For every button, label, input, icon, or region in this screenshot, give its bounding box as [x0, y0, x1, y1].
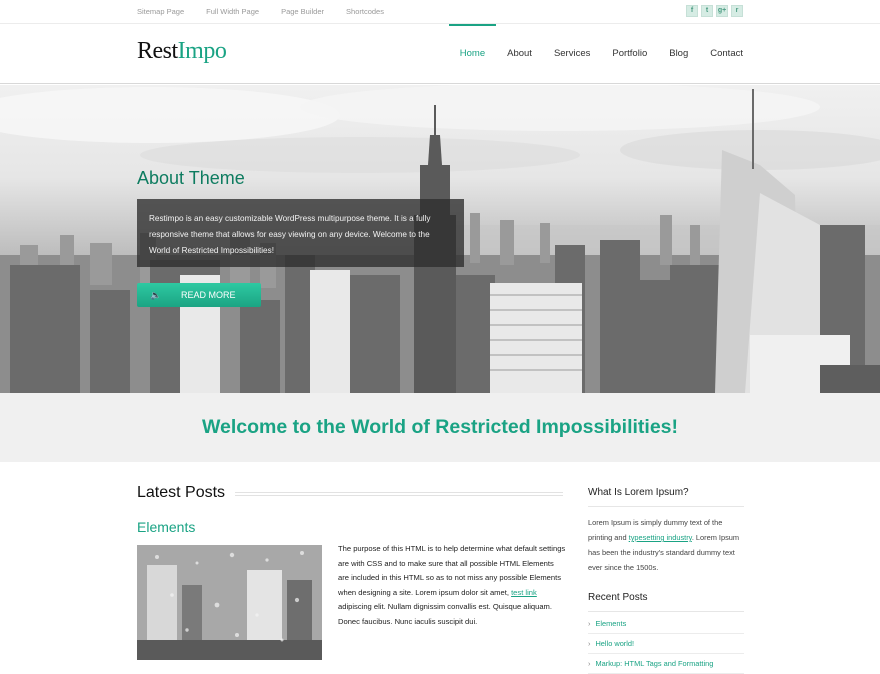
latest-posts-heading: Latest Posts	[137, 484, 236, 502]
logo-part-1: Rest	[137, 38, 178, 64]
post-title-link[interactable]: Elements	[137, 519, 195, 535]
arrow-icon: ›	[588, 619, 591, 628]
read-more-button[interactable]: 🔈 READ MORE	[137, 283, 261, 307]
top-link-shortcodes[interactable]: Shortcodes	[346, 7, 384, 16]
list-item[interactable]: › Hello world!	[588, 634, 744, 654]
arrow-icon: ›	[588, 659, 591, 668]
nav-portfolio[interactable]: Portfolio	[601, 24, 658, 84]
top-link-sitemap[interactable]: Sitemap Page	[137, 7, 184, 16]
post-excerpt: The purpose of this HTML is to help dete…	[338, 542, 566, 630]
top-links: Sitemap Page Full Width Page Page Builde…	[137, 7, 406, 16]
social-links: f t g+ r	[686, 5, 743, 17]
sidebar-widget-recent: Recent Posts › Elements › Hello world! › Ma…	[588, 592, 744, 674]
welcome-heading: Welcome to the World of Restricted Impos…	[201, 416, 679, 438]
speaker-icon: 🔈	[150, 290, 162, 300]
latest-posts-header: Latest Posts	[137, 484, 563, 502]
nav-contact[interactable]: Contact	[699, 24, 743, 84]
recent-posts-list: › Elements › Hello world! › Markup: HTML Ta…	[588, 614, 744, 674]
top-link-page-builder[interactable]: Page Builder	[281, 7, 324, 16]
main-nav: Home About Services Portfolio Blog Conta…	[448, 24, 743, 84]
list-item[interactable]: › Markup: HTML Tags and Formatting	[588, 654, 744, 674]
rainy-window-image	[137, 545, 322, 660]
nav-services[interactable]: Services	[543, 24, 601, 84]
hero-banner: About Theme Restimpo is an easy customiz…	[0, 85, 880, 393]
nav-home[interactable]: Home	[448, 24, 497, 84]
widget-title-lorem: What Is Lorem Ipsum?	[588, 487, 744, 507]
top-bar: Sitemap Page Full Width Page Page Builde…	[0, 0, 880, 24]
nav-about[interactable]: About	[496, 24, 543, 84]
rss-icon[interactable]: r	[731, 5, 743, 17]
hero-title: About Theme	[137, 168, 245, 188]
read-more-label: READ MORE	[181, 290, 236, 300]
site-header: RestImpo Home About Services Portfolio B…	[0, 24, 880, 84]
google-plus-icon[interactable]: g+	[716, 5, 728, 17]
list-item[interactable]: › Elements	[588, 614, 744, 634]
widget-text-lorem: Lorem Ipsum is simply dummy text of the …	[588, 515, 744, 575]
top-link-full-width[interactable]: Full Width Page	[206, 7, 259, 16]
recent-post-label: Markup: HTML Tags and Formatting	[595, 659, 714, 668]
welcome-strip: Welcome to the World of Restricted Impos…	[0, 393, 880, 462]
sidebar-widget-lorem: What Is Lorem Ipsum? Lorem Ipsum is simp…	[588, 487, 744, 575]
hero-text: Restimpo is an easy customizable WordPre…	[137, 199, 464, 267]
recent-post-label: Elements	[595, 619, 627, 628]
typesetting-link[interactable]: typesetting industry	[629, 533, 692, 542]
post-excerpt-text-2: adipiscing elit. Nullam dignissim conval…	[338, 602, 552, 626]
post-test-link[interactable]: test link	[511, 588, 537, 597]
arrow-icon: ›	[588, 639, 591, 648]
twitter-icon[interactable]: t	[701, 5, 713, 17]
site-logo[interactable]: RestImpo	[137, 38, 227, 65]
logo-part-2: Impo	[177, 38, 227, 64]
post-thumbnail[interactable]	[137, 545, 322, 660]
facebook-icon[interactable]: f	[686, 5, 698, 17]
widget-title-recent: Recent Posts	[588, 592, 744, 612]
nav-blog[interactable]: Blog	[658, 24, 699, 84]
recent-post-label: Hello world!	[595, 639, 635, 648]
